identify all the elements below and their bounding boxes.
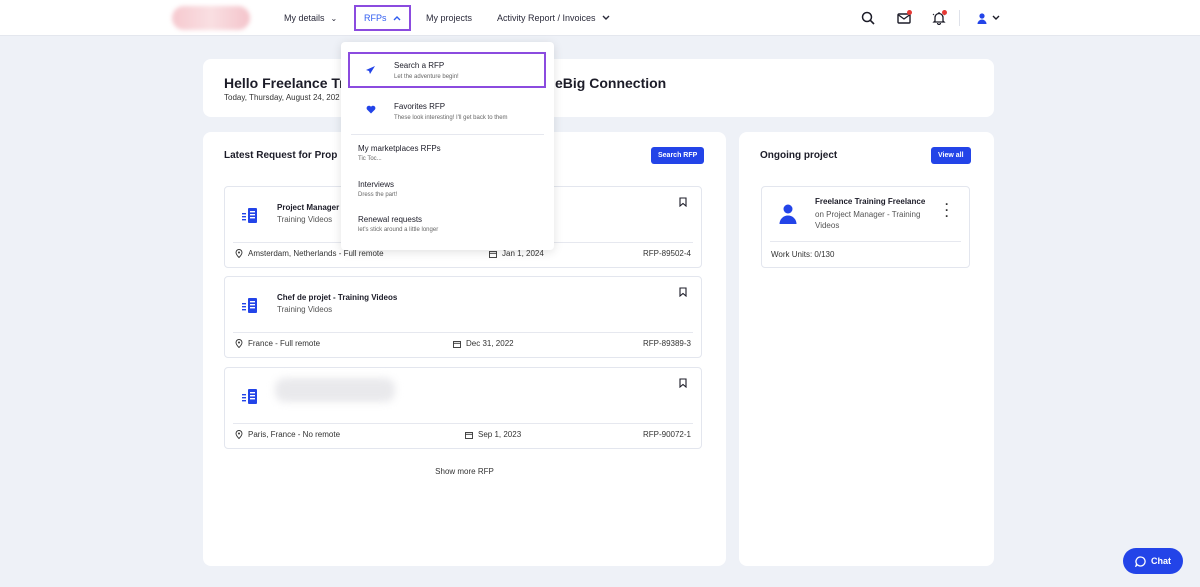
bookmark-icon[interactable] <box>679 378 687 388</box>
location-pin-icon <box>235 249 243 258</box>
welcome-date: Today, Thursday, August 24, 202 <box>224 93 340 102</box>
welcome-title: Hello Freelance Tra <box>224 75 353 91</box>
rfp-date-text: Dec 31, 2022 <box>466 339 514 348</box>
calendar-icon <box>453 340 461 348</box>
show-more-rfp-link[interactable]: Show more RFP <box>203 467 726 476</box>
chevron-down-icon: ⌄ <box>330 13 338 23</box>
document-icon <box>242 298 257 313</box>
rfp-location-text: France - Full remote <box>248 339 321 348</box>
document-icon <box>242 208 257 223</box>
rfp-subtitle: Training Videos <box>277 215 333 224</box>
menu-item-desc: Dress the part! <box>358 192 398 198</box>
ongoing-project-card: Ongoing project View all Freelance Train… <box>739 132 994 566</box>
nav-activity-report[interactable]: Activity Report / Invoices <box>497 0 610 36</box>
menu-item-favorites-rfp[interactable]: Favorites RFP These look interesting! I'… <box>341 94 554 130</box>
rfp-reference: RFP-89389-3 <box>642 339 691 348</box>
top-header: My details ⌄ RFPs My projects Activity R… <box>0 0 1200 36</box>
more-options-icon[interactable]: · · · <box>945 198 949 222</box>
menu-separator <box>351 134 544 135</box>
rfp-date: Dec 31, 2022 <box>453 339 514 348</box>
location-pin-icon <box>235 430 243 439</box>
nav-rfps-label: RFPs <box>364 13 387 23</box>
rfp-subtitle: Training Videos <box>277 305 333 314</box>
project-divider <box>770 241 961 242</box>
ongoing-project-title: Ongoing project <box>760 150 838 161</box>
rfp-location: Paris, France - No remote <box>235 430 340 439</box>
rfp-date-text: Jan 1, 2024 <box>502 249 544 258</box>
rfp-reference: RFP-89502-4 <box>642 249 691 258</box>
heart-icon <box>366 105 376 114</box>
logo[interactable] <box>172 6 250 30</box>
chat-button[interactable]: Chat <box>1123 548 1183 574</box>
menu-item-desc: Let the adventure begin! <box>394 74 459 80</box>
rfp-list-item[interactable]: Chef de projet - Training Videos Trainin… <box>224 276 702 358</box>
nav-rfps[interactable]: RFPs <box>354 5 411 31</box>
menu-item-label: Renewal requests <box>358 215 423 224</box>
project-title: Freelance Training Freelance <box>815 197 926 206</box>
rfp-reference: RFP-90072-1 <box>642 430 691 439</box>
user-icon <box>779 204 797 224</box>
rfp-list-item[interactable]: Paris, France - No remote Sep 1, 2023 RF… <box>224 367 702 449</box>
chat-label: Chat <box>1151 556 1171 566</box>
search-icon[interactable] <box>859 9 877 27</box>
rfp-location: Amsterdam, Netherlands - Full remote <box>235 249 384 258</box>
document-icon <box>242 389 257 404</box>
menu-item-label: Interviews <box>358 180 395 189</box>
latest-rfp-title: Latest Request for Prop <box>224 150 338 161</box>
menu-item-renewal-requests[interactable]: Renewal requests let's stick around a li… <box>341 210 554 240</box>
welcome-card: Hello Freelance Tra eBig Connection Toda… <box>203 59 994 117</box>
view-all-button[interactable]: View all <box>931 147 971 164</box>
nav-activity-report-label: Activity Report / Invoices <box>497 13 596 23</box>
menu-item-interviews[interactable]: Interviews Dress the part! <box>341 175 554 205</box>
chevron-up-icon <box>393 14 401 23</box>
nav-my-projects[interactable]: My projects <box>426 0 472 36</box>
paper-plane-icon <box>366 66 375 74</box>
nav-my-details-label: My details <box>284 13 325 23</box>
rfp-title: Project Manager <box>277 203 340 212</box>
nav-my-projects-label: My projects <box>426 13 473 23</box>
work-units: Work Units: 0/130 <box>771 250 835 259</box>
calendar-icon <box>465 431 473 439</box>
mail-icon[interactable] <box>895 9 913 27</box>
rfp-location: France - Full remote <box>235 339 320 348</box>
rfp-dropdown-menu: Search a RFP Let the adventure begin! Fa… <box>341 42 554 250</box>
header-divider <box>959 10 960 26</box>
rfp-title: Chef de projet - Training Videos <box>277 293 398 302</box>
bookmark-icon[interactable] <box>679 287 687 297</box>
menu-item-label: Favorites RFP <box>394 102 446 111</box>
rfp-date-text: Sep 1, 2023 <box>478 430 522 439</box>
mail-notification-dot <box>907 10 912 15</box>
search-rfp-button[interactable]: Search RFP <box>651 147 705 164</box>
user-icon <box>977 12 986 24</box>
rfp-divider <box>233 332 693 333</box>
bookmark-icon[interactable] <box>679 197 687 207</box>
menu-item-label: Search a RFP <box>394 61 445 70</box>
nav-my-details[interactable]: My details ⌄ <box>284 0 337 36</box>
location-pin-icon <box>235 339 243 348</box>
menu-item-desc: let's stick around a little longer <box>358 227 439 233</box>
menu-item-label: My marketplaces RFPs <box>358 144 441 153</box>
menu-item-desc: Tic Toc... <box>358 156 382 162</box>
project-item[interactable]: Freelance Training Freelance on Project … <box>761 186 970 268</box>
redacted-title <box>275 378 395 402</box>
bell-notification-dot <box>942 10 947 15</box>
rfp-location-text: Paris, France - No remote <box>248 430 341 439</box>
welcome-title-end: eBig Connection <box>555 75 667 91</box>
chat-bubble-icon <box>1135 555 1146 567</box>
menu-item-marketplaces-rfps[interactable]: My marketplaces RFPs Tic Toc... <box>341 139 554 169</box>
menu-item-search-rfp[interactable]: Search a RFP Let the adventure begin! <box>341 52 554 88</box>
chevron-down-icon <box>992 15 999 20</box>
rfp-date: Sep 1, 2023 <box>465 430 521 439</box>
calendar-icon <box>489 250 497 258</box>
rfp-date: Jan 1, 2024 <box>489 249 544 258</box>
rfp-divider <box>233 423 693 424</box>
rfp-location-text: Amsterdam, Netherlands - Full remote <box>248 249 384 258</box>
menu-item-desc: These look interesting! I'll get back to… <box>394 115 508 121</box>
bell-icon[interactable] <box>930 9 948 27</box>
user-menu[interactable] <box>972 9 1004 27</box>
project-subtitle: on Project Manager - Training Videos <box>815 210 921 230</box>
chevron-down-icon <box>602 14 610 23</box>
